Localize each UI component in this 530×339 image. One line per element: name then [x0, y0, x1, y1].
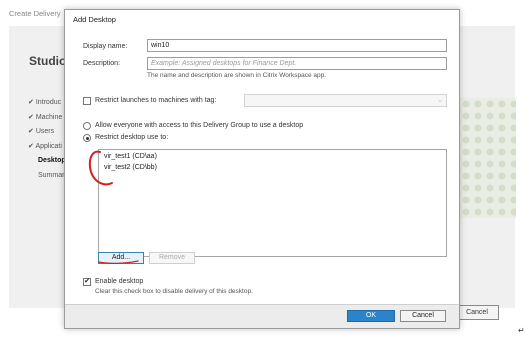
chevron-down-icon: ⌄ — [437, 97, 443, 104]
studio-heading: Studio — [29, 54, 67, 68]
tag-dropdown[interactable]: ⌄ — [244, 94, 447, 107]
nav-item-machines[interactable]: ✔ Machine — [28, 111, 66, 126]
cancel-button[interactable]: Cancel — [400, 310, 446, 322]
list-item[interactable]: vir_test1 (CD\aa) — [104, 153, 157, 160]
nav-item-applications[interactable]: ✔ Applicati — [28, 140, 66, 155]
users-listbox[interactable]: vir_test1 (CD\aa) vir_test2 (CD\bb) — [98, 149, 447, 257]
allow-everyone-label: Allow everyone with access to this Deliv… — [95, 122, 304, 129]
add-button[interactable]: Add... — [98, 252, 144, 264]
display-name-label: Display name: — [83, 43, 128, 50]
dialog-footer: OK Cancel — [65, 304, 459, 328]
dialog-title: Add Desktop — [73, 15, 116, 24]
restrict-use-label: Restrict desktop use to: — [95, 134, 169, 141]
nav-item-summary[interactable]: Summar — [28, 169, 66, 184]
add-desktop-dialog: Add Desktop Display name: win10 Descript… — [64, 9, 460, 329]
ok-button[interactable]: OK — [347, 310, 395, 322]
wizard-cancel-button[interactable]: Cancel — [455, 305, 499, 320]
description-label: Description: — [83, 60, 120, 67]
restrict-use-radio[interactable] — [83, 134, 91, 142]
enable-desktop-label: Enable desktop — [95, 278, 144, 285]
restrict-tag-label: Restrict launches to machines with tag: — [95, 97, 217, 104]
nav-item-users[interactable]: ✔ Users — [28, 125, 66, 140]
description-input[interactable]: Example: Assigned desktops for Finance D… — [147, 57, 447, 70]
decorative-dot-pattern — [460, 98, 516, 218]
display-name-input[interactable]: win10 — [147, 39, 447, 52]
enable-desktop-hint: Clear this check box to disable delivery… — [95, 288, 253, 295]
checkmark-icon: ✔ — [28, 113, 36, 121]
nav-item-desktops[interactable]: Desktop — [28, 154, 66, 169]
paragraph-return-icon: ↵ — [518, 326, 525, 335]
allow-everyone-radio[interactable] — [83, 122, 91, 130]
restrict-tag-checkbox[interactable] — [83, 97, 91, 105]
checkmark-icon: ✔ — [28, 128, 36, 135]
wizard-title: Create Delivery — [9, 9, 61, 18]
wizard-nav: ✔ Introduc ✔ Machine ✔ Users ✔ Applicati… — [28, 96, 66, 183]
list-item[interactable]: vir_test2 (CD\bb) — [104, 164, 157, 171]
enable-desktop-checkbox[interactable]: ✔ — [83, 278, 91, 286]
nav-item-introduction[interactable]: ✔ Introduc — [28, 96, 66, 111]
checkmark-icon: ✔ — [28, 99, 36, 106]
remove-button[interactable]: Remove — [149, 252, 195, 264]
description-hint: The name and description are shown in Ci… — [147, 72, 327, 79]
